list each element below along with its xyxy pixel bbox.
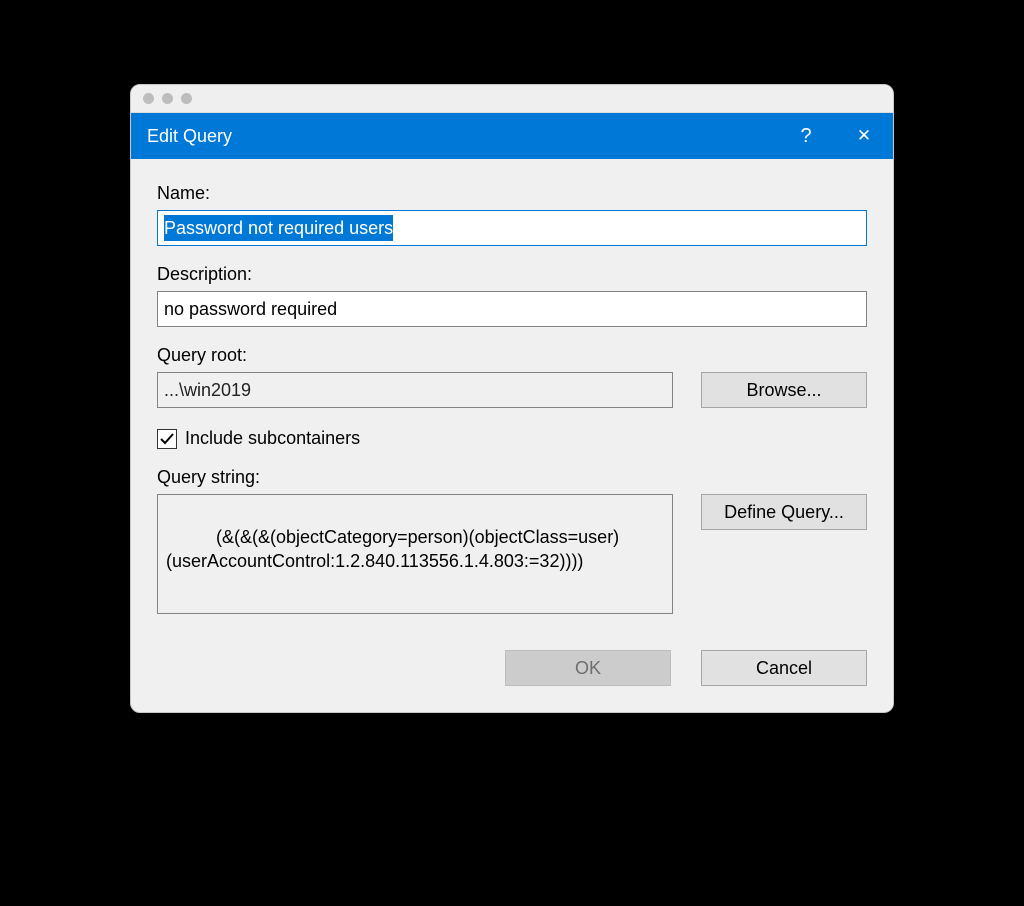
browse-button-label: Browse...	[746, 380, 821, 401]
dialog-content: Name: Password not required users Descri…	[131, 159, 893, 712]
help-icon: ?	[800, 125, 811, 148]
check-icon	[159, 431, 175, 447]
ok-button: OK	[505, 650, 671, 686]
include-subcontainers-row[interactable]: Include subcontainers	[157, 428, 867, 449]
browse-button[interactable]: Browse...	[701, 372, 867, 408]
mac-traffic-lights	[131, 85, 893, 113]
include-subcontainers-label: Include subcontainers	[185, 428, 360, 449]
dialog-title: Edit Query	[147, 126, 777, 147]
include-subcontainers-checkbox[interactable]	[157, 429, 177, 449]
traffic-close-icon[interactable]	[143, 93, 154, 104]
name-label: Name:	[157, 183, 867, 204]
cancel-button-label: Cancel	[756, 658, 812, 679]
define-query-button-label: Define Query...	[724, 502, 844, 523]
window-frame: Edit Query ? ✕ Name: Password not requir…	[130, 84, 894, 713]
dialog-footer: OK Cancel	[157, 650, 867, 686]
description-input[interactable]: no password required	[157, 291, 867, 327]
close-button[interactable]: ✕	[835, 113, 893, 159]
name-input[interactable]: Password not required users	[157, 210, 867, 246]
help-button[interactable]: ?	[777, 113, 835, 159]
description-label: Description:	[157, 264, 867, 285]
define-query-button[interactable]: Define Query...	[701, 494, 867, 530]
ok-button-label: OK	[575, 658, 601, 679]
traffic-zoom-icon[interactable]	[181, 93, 192, 104]
query-root-value: ...\win2019	[164, 380, 251, 401]
query-string-field: (&(&(&(objectCategory=person)(objectClas…	[157, 494, 673, 614]
query-string-label: Query string:	[157, 467, 867, 488]
query-root-field: ...\win2019	[157, 372, 673, 408]
cancel-button[interactable]: Cancel	[701, 650, 867, 686]
query-string-value: (&(&(&(objectCategory=person)(objectClas…	[166, 527, 619, 571]
close-icon: ✕	[857, 126, 871, 146]
traffic-minimize-icon[interactable]	[162, 93, 173, 104]
titlebar: Edit Query ? ✕	[131, 113, 893, 159]
query-root-label: Query root:	[157, 345, 867, 366]
description-input-value: no password required	[164, 296, 337, 322]
edit-query-dialog: Edit Query ? ✕ Name: Password not requir…	[131, 113, 893, 712]
name-input-value: Password not required users	[164, 215, 393, 241]
